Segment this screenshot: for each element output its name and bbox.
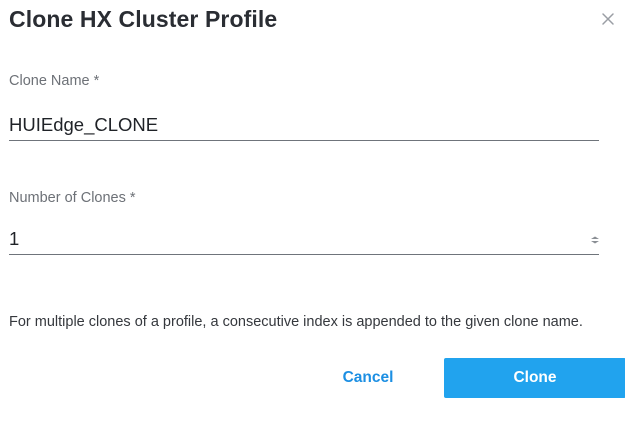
clone-profile-dialog: Clone HX Cluster Profile Clone Name * Nu…	[0, 0, 625, 423]
dialog-title: Clone HX Cluster Profile	[9, 6, 278, 32]
clone-name-label: Clone Name *	[9, 73, 100, 89]
number-of-clones-label: Number of Clones *	[9, 190, 136, 206]
clone-name-input[interactable]	[9, 110, 599, 141]
help-text: For multiple clones of a profile, a cons…	[9, 314, 583, 330]
cancel-button[interactable]: Cancel	[318, 358, 418, 398]
clone-button[interactable]: Clone	[444, 358, 625, 398]
close-icon[interactable]	[599, 10, 617, 28]
stepper-arrows-icon[interactable]	[590, 236, 600, 244]
number-of-clones-input[interactable]	[9, 224, 599, 255]
